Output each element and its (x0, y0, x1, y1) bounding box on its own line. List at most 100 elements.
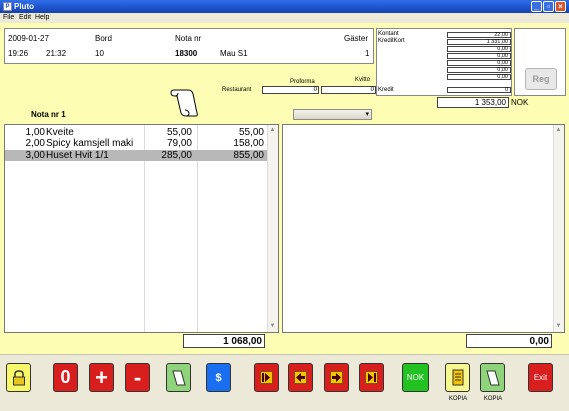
payment-field[interactable]: 0,00 (447, 67, 511, 73)
item-price: 55,00 (166, 127, 192, 138)
bord-value: 10 (95, 49, 104, 58)
nota-label: Nota nr 1 (31, 110, 66, 119)
restaurant-field[interactable]: 0 (262, 86, 319, 94)
arrow-right-icon (330, 371, 343, 384)
payment-field[interactable]: 0,00 (447, 46, 511, 52)
order-list[interactable]: 1,00 Kveite 55,00 55,00 2,00 Spicy kamsj… (4, 124, 279, 333)
total-amount: 1 353,00 (437, 97, 509, 108)
scroll-down-icon[interactable]: ▼ (554, 322, 563, 331)
item-name: Kveite (46, 127, 74, 138)
zero-button-label: 0 (60, 367, 71, 387)
restaurant-label: Restaurant (222, 87, 252, 93)
maximize-button[interactable]: ▫ (543, 1, 554, 12)
order-scrollbar[interactable]: ▲ ▼ (267, 125, 278, 332)
order-total: 1 068,00 (183, 334, 265, 348)
kopia-receipt-button[interactable] (445, 363, 470, 392)
minimize-button[interactable]: _ (531, 1, 542, 12)
plus-button[interactable]: + (89, 363, 114, 392)
menu-edit[interactable]: Edit (19, 13, 31, 23)
scroll-up-icon[interactable]: ▲ (268, 126, 277, 135)
item-qty: 1,00 (25, 127, 45, 138)
item-qty: 3,00 (25, 150, 45, 161)
item-name: Huset Hvit 1/1 (46, 150, 109, 161)
proforma-field[interactable]: 0 (321, 86, 376, 94)
next-button[interactable] (324, 363, 349, 392)
previous-button[interactable] (288, 363, 313, 392)
dollar-button-label: $ (215, 371, 222, 384)
waiter-name: Mau S1 (220, 49, 248, 58)
split-list[interactable]: ▲ ▼ (282, 124, 565, 333)
payment-field-kredit[interactable]: 0 (447, 87, 511, 93)
document-copy-icon (452, 369, 463, 385)
pluto-app-icon[interactable]: P (3, 2, 12, 11)
chevron-down-icon: ▾ (365, 111, 369, 118)
payment-field-kontant[interactable]: 22,00 (447, 32, 511, 38)
menu-bar: File Edit Help (0, 13, 569, 23)
close-button[interactable]: × (555, 1, 566, 12)
receipt-icon (171, 370, 186, 385)
kredit-label: Kredit (378, 87, 394, 93)
item-price: 285,00 (161, 150, 192, 161)
item-sum: 55,00 (238, 127, 264, 138)
title-bar (0, 0, 569, 13)
info-panel: 2009-01-27 Bord Nota nr Gäster 19:26 21:… (4, 28, 374, 64)
arrow-left-icon (294, 371, 307, 384)
nok-button-label: NOK (406, 373, 425, 382)
first-button[interactable] (254, 363, 279, 392)
exit-button-label: Exit (533, 373, 548, 382)
zero-button[interactable]: 0 (53, 363, 78, 392)
exit-button[interactable]: Exit (528, 363, 553, 392)
item-name: Spicy kamsjell maki (46, 138, 134, 149)
nok-button[interactable]: NOK (402, 363, 429, 392)
scroll-down-icon[interactable]: ▼ (268, 322, 277, 331)
kopia-label: KOPIA (448, 396, 468, 402)
menu-help[interactable]: Help (35, 13, 49, 23)
payment-field[interactable]: 0,00 (447, 74, 511, 80)
start-time: 19:26 (8, 49, 29, 58)
order-row[interactable]: 2,00 Spicy kamsjell maki 79,00 158,00 (5, 138, 267, 149)
item-sum: 158,00 (233, 138, 264, 149)
payment-field[interactable]: 0,00 (447, 53, 511, 59)
minus-button-label: - (133, 364, 142, 390)
receipt-copy-icon (485, 370, 500, 385)
menu-file[interactable]: File (3, 13, 14, 23)
dollar-button[interactable]: $ (206, 363, 231, 392)
item-price: 79,00 (166, 138, 192, 149)
bord-label: Bord (95, 34, 112, 43)
gaster-label: Gäster (344, 34, 369, 43)
currency-label: NOK (511, 98, 529, 107)
kopia-label: KOPIA (483, 396, 503, 402)
gaster-value: 1 (365, 49, 370, 58)
payment-panel: Kontant KreditKort Kredit 22,00 1 331,00… (376, 28, 512, 96)
payment-field[interactable]: 0,00 (447, 60, 511, 66)
last-button[interactable] (359, 363, 384, 392)
nota-nr-value: 18300 (175, 49, 198, 58)
payment-field-kreditkort[interactable]: 1 331,00 (447, 39, 511, 45)
last-arrow-icon (365, 371, 378, 384)
scroll-up-icon[interactable]: ▲ (554, 126, 563, 135)
plus-button-label: + (95, 364, 108, 390)
lock-button[interactable] (6, 363, 31, 392)
receipt-button[interactable] (166, 363, 191, 392)
receipt-scroll-icon[interactable] (168, 86, 200, 118)
split-total: 0,00 (466, 334, 552, 348)
kreditkort-label: KreditKort (378, 38, 405, 44)
first-arrow-icon (260, 371, 273, 384)
item-qty: 2,00 (25, 138, 45, 149)
reg-button[interactable]: Reg (525, 68, 557, 90)
kontant-label: Kontant (378, 31, 399, 37)
kvitto-label: Kvitto (355, 77, 371, 83)
kopia-slip-button[interactable] (480, 363, 505, 392)
current-time: 21:32 (46, 49, 67, 58)
order-row-selected[interactable]: 3,00 Huset Hvit 1/1 285,00 855,00 (5, 150, 267, 161)
item-sum: 855,00 (233, 150, 264, 161)
date: 2009-01-27 (8, 34, 49, 43)
padlock-icon (12, 369, 25, 385)
minus-button[interactable]: - (125, 363, 150, 392)
split-dropdown[interactable]: ▾ (293, 109, 372, 120)
window-title: Pluto (14, 2, 34, 11)
nota-nr-label: Nota nr (175, 34, 202, 43)
order-row[interactable]: 1,00 Kveite 55,00 55,00 (5, 127, 267, 138)
proforma-label: Proforma (290, 79, 315, 85)
split-scrollbar[interactable]: ▲ ▼ (553, 125, 564, 332)
